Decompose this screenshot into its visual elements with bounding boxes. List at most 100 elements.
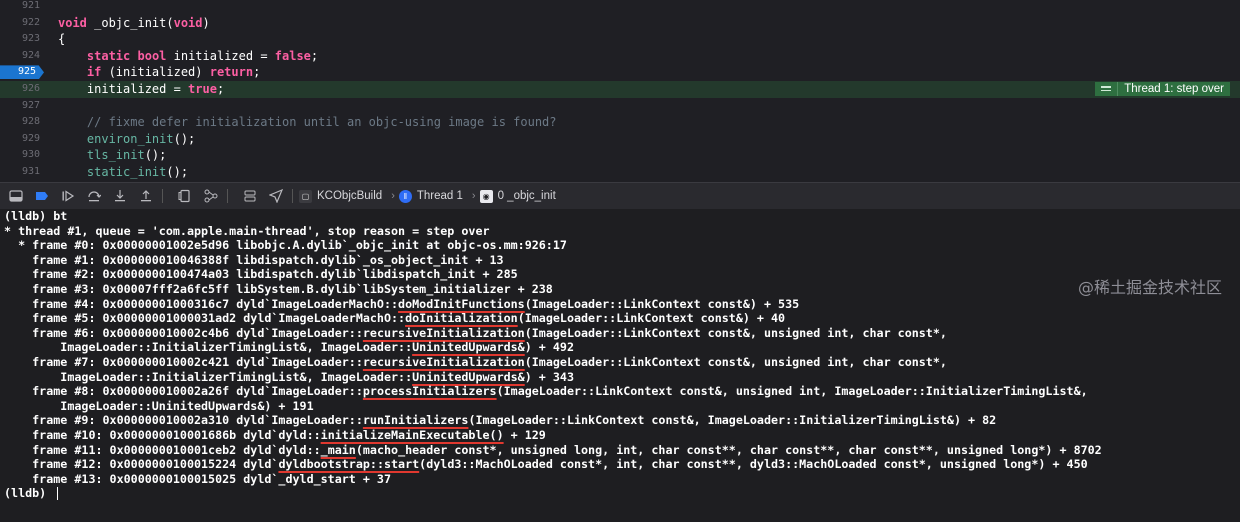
view-hierarchy-icon[interactable] (175, 187, 195, 205)
console-text: frame #6: 0x000000010002c4b6 dyld`ImageL… (4, 325, 363, 340)
console-line: * thread #1, queue = 'com.apple.main-thr… (4, 224, 490, 239)
console-text: frame #9: 0x000000010002a310 dyld`ImageL… (4, 413, 363, 428)
underlined-symbol: initializeMainExecutable() (320, 428, 504, 442)
console-line: frame #1: 0x000000010046388f libdispatch… (4, 252, 504, 268)
console-text: (lldb) bt (4, 209, 68, 223)
code-line-929[interactable]: 929 environ_init(); (0, 131, 1240, 148)
code-line-928[interactable]: 928 // fixme defer initialization until … (0, 114, 1240, 131)
code-line-923[interactable]: 923 { (0, 31, 1240, 48)
code-token: initialized = (58, 82, 189, 96)
code-token: ; (253, 65, 261, 80)
underlined-symbol: processInitializers (362, 384, 497, 399)
console-text: frame #13: 0x0000000100015025 dyld`_dyld… (4, 471, 392, 486)
target-icon: ▢ (299, 189, 312, 203)
code-text: tls_init(); (58, 147, 166, 164)
continue-icon[interactable] (58, 187, 78, 205)
console-line: * frame #0: 0x00000001002e5d96 libobjc.A… (4, 238, 567, 253)
console-text: (ImageLoader::LinkContext const&, unsign… (524, 325, 947, 340)
line-number: 924 (21, 49, 40, 61)
console-text: ImageLoader::InitializerTimingList&, Ima… (4, 369, 413, 384)
code-line-926[interactable]: 926 initialized = true; Thread 1: step ov… (0, 81, 1240, 98)
code-line-922[interactable]: 922 void _objc_init(void) (0, 15, 1240, 32)
code-token: static_init (86, 165, 167, 179)
code-token: void (173, 15, 203, 30)
underlined-symbol: UninitedUpwards& (412, 369, 525, 384)
code-text: void _objc_init(void) (58, 15, 210, 32)
code-token: ; (216, 82, 225, 96)
console-line: frame #3: 0x00007fff2a6fc5ff libSystem.B… (4, 282, 553, 297)
simulate-location-icon[interactable] (266, 187, 286, 205)
frame-icon: ◉ (479, 189, 493, 203)
console-text: (lldb) (4, 486, 54, 501)
underlined-symbol: dyldbootstrap::start (278, 457, 420, 472)
code-token: { (58, 32, 66, 47)
code-token: true (188, 82, 217, 96)
line-number: 921 (21, 0, 40, 11)
console-line: frame #7: 0x000000010002c421 dyld`ImageL… (4, 355, 947, 370)
toolbar-separator (227, 189, 228, 203)
breadcrumb-thread-1[interactable]: ‖ Thread 1 › (398, 189, 480, 203)
step-over-icon[interactable] (84, 187, 104, 205)
breadcrumb-kcobjcbuild[interactable]: ▢ KCObjcBuild › (299, 189, 399, 203)
thread-status-badge[interactable]: Thread 1: step over (1095, 81, 1230, 96)
breakpoint-marker[interactable]: 925 (0, 65, 44, 80)
lldb-console[interactable]: (lldb) bt * thread #1, queue = 'com.apple… (0, 209, 1240, 522)
code-line-930[interactable]: 930 tls_init(); (0, 147, 1240, 164)
chevron-right-icon: › (391, 190, 395, 202)
breakpoints-toggle-icon[interactable] (32, 187, 52, 205)
toolbar-separator (162, 189, 163, 203)
toolbar-separator (292, 189, 293, 203)
code-token: (initialized) (101, 65, 210, 80)
line-number: 922 (21, 16, 40, 28)
console-text: frame #3: 0x00007fff2a6fc5ff libSystem.B… (4, 282, 553, 296)
console-line: frame #2: 0x0000000100474a03 libdispatch… (4, 267, 518, 282)
code-line-921[interactable]: 921 (0, 0, 1240, 15)
console-text: (macho_header const*, unsigned long, int… (355, 442, 1102, 457)
console-line: ImageLoader::UninitedUpwards&) + 191 (4, 398, 314, 414)
underlined-symbol: recursiveInitialization (362, 355, 525, 369)
console-line: frame #10: 0x000000010001686b dyld`dyld:… (4, 428, 546, 443)
breadcrumb-0-objc-init[interactable]: ◉ 0 _objc_init (479, 189, 556, 203)
code-line-924[interactable]: 924 static bool initialized = false; (0, 48, 1240, 65)
console-text: ImageLoader::InitializerTimingList&, Ima… (4, 340, 413, 355)
console-line: frame #9: 0x000000010002a310 dyld`ImageL… (4, 413, 996, 428)
console-text: ImageLoader::UninitedUpwards&) + 191 (4, 398, 314, 413)
step-into-icon[interactable] (110, 187, 130, 205)
debug-toolbar: ▢ KCObjcBuild › ‖ Thread 1 › ◉ 0 _objc_init (0, 182, 1240, 210)
thread-icon: ‖ (398, 189, 412, 203)
code-line-931[interactable]: 931 static_init(); (0, 164, 1240, 181)
code-line-925[interactable]: 925 if (initialized) return; (0, 64, 1240, 81)
console-line: frame #4: 0x00000001000316c7 dyld`ImageL… (4, 297, 799, 312)
code-token: // fixme defer initialization until an o… (86, 115, 557, 130)
underlined-symbol: UninitedUpwards& (412, 340, 525, 355)
console-text: frame #1: 0x000000010046388f libdispatch… (4, 252, 504, 267)
code-token: if (86, 65, 102, 80)
code-line-927[interactable]: 927 (0, 98, 1240, 115)
line-number: 928 (21, 116, 40, 128)
source-editor[interactable]: 921 922 void _objc_init(void) 923 {924 stati… (0, 0, 1240, 182)
hide-debug-area-icon[interactable] (6, 187, 26, 205)
lldb-prompt[interactable]: (lldb) (4, 486, 59, 501)
underlined-symbol: doModInitFunctions (398, 296, 525, 311)
code-text: environ_init(); (58, 131, 195, 148)
console-text: (dyld3::MachOLoaded const*, int, char co… (419, 457, 1088, 472)
console-text: frame #5: 0x00000001000031ad2 dyld`Image… (4, 311, 406, 326)
console-line: (lldb) bt (4, 209, 67, 224)
step-out-icon[interactable] (136, 187, 156, 205)
thread-status-label: Thread 1: step over (1124, 82, 1224, 95)
code-token: (); (166, 165, 189, 179)
console-line: frame #11: 0x000000010001ceb2 dyld`dyld:… (4, 443, 1102, 458)
console-line: frame #12: 0x0000000100015224 dyld`dyldb… (4, 457, 1088, 472)
environment-overrides-icon[interactable] (240, 187, 260, 205)
chevron-right-icon: › (471, 190, 476, 202)
memory-graph-icon[interactable] (201, 187, 221, 205)
console-text: (ImageLoader::LinkContext const&) + 535 (524, 296, 800, 311)
console-text: frame #8: 0x000000010002a26f dyld`ImageL… (4, 384, 363, 399)
console-line: frame #6: 0x000000010002c4b6 dyld`ImageL… (4, 326, 947, 341)
console-line: ImageLoader::InitializerTimingList&, Ima… (4, 370, 574, 385)
